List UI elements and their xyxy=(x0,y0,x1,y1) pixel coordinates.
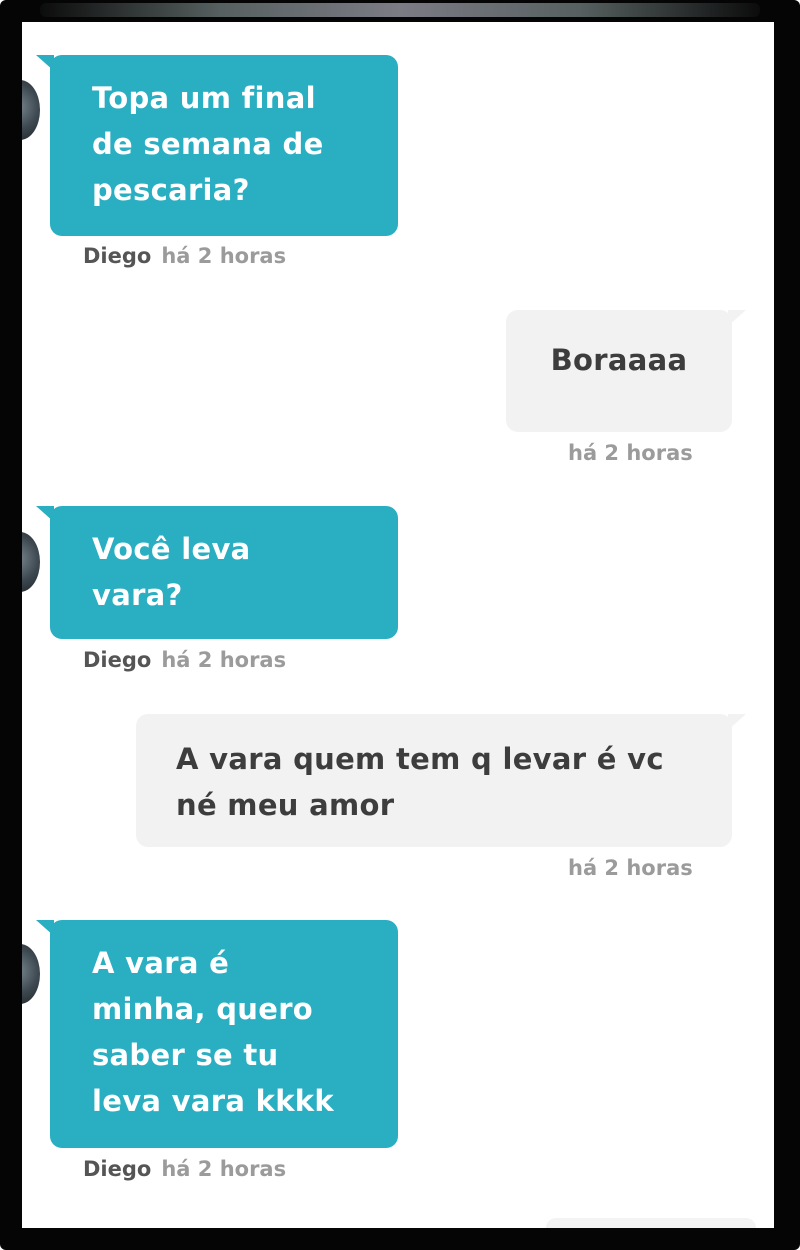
message-line: Você leva xyxy=(92,532,251,566)
avatar[interactable] xyxy=(22,80,40,140)
next-message-bubble-partial xyxy=(546,1218,756,1228)
message-meta: Diego há 2 horas xyxy=(83,244,286,268)
message-bubble-outgoing[interactable]: A vara quem tem q levar é vc né meu amor xyxy=(136,714,746,847)
message-line: minha, quero xyxy=(92,992,314,1026)
message-timestamp: há 2 horas xyxy=(568,441,693,465)
message-meta: há 2 horas xyxy=(568,856,693,880)
avatar[interactable] xyxy=(22,944,40,1004)
message-line: pescaria? xyxy=(92,173,250,207)
message-line: Boraaaa xyxy=(550,343,688,377)
message-bubble-incoming[interactable]: Você leva vara? xyxy=(36,506,398,639)
message-bubble-incoming[interactable]: A vara é minha, quero saber se tu leva v… xyxy=(36,920,398,1148)
avatar[interactable] xyxy=(22,532,40,592)
message-line: de semana de xyxy=(92,127,324,161)
sender-name: Diego xyxy=(83,1157,152,1181)
message-timestamp: há 2 horas xyxy=(161,1157,287,1181)
message-timestamp: há 2 horas xyxy=(161,648,287,672)
sender-name: Diego xyxy=(83,244,152,268)
sender-name: Diego xyxy=(83,648,152,672)
message-timestamp: há 2 horas xyxy=(161,244,287,268)
message-bubble-outgoing[interactable]: Boraaaa xyxy=(506,310,746,432)
message-meta: Diego há 2 horas xyxy=(83,648,286,672)
message-meta: há 2 horas xyxy=(568,441,693,465)
frame-glare xyxy=(40,3,760,17)
message-line: saber se tu xyxy=(92,1038,279,1072)
message-line: vara? xyxy=(92,578,183,612)
message-line: né meu amor xyxy=(176,788,395,822)
chat-screen[interactable]: Topa um final de semana de pescaria? Die… xyxy=(22,22,774,1228)
message-line: A vara é xyxy=(92,946,230,980)
message-meta: Diego há 2 horas xyxy=(83,1157,286,1181)
message-line: leva vara kkkk xyxy=(92,1084,334,1118)
message-timestamp: há 2 horas xyxy=(568,856,693,880)
message-line: A vara quem tem q levar é vc xyxy=(176,742,664,776)
message-line: Topa um final xyxy=(92,81,316,115)
message-bubble-incoming[interactable]: Topa um final de semana de pescaria? xyxy=(36,55,398,236)
